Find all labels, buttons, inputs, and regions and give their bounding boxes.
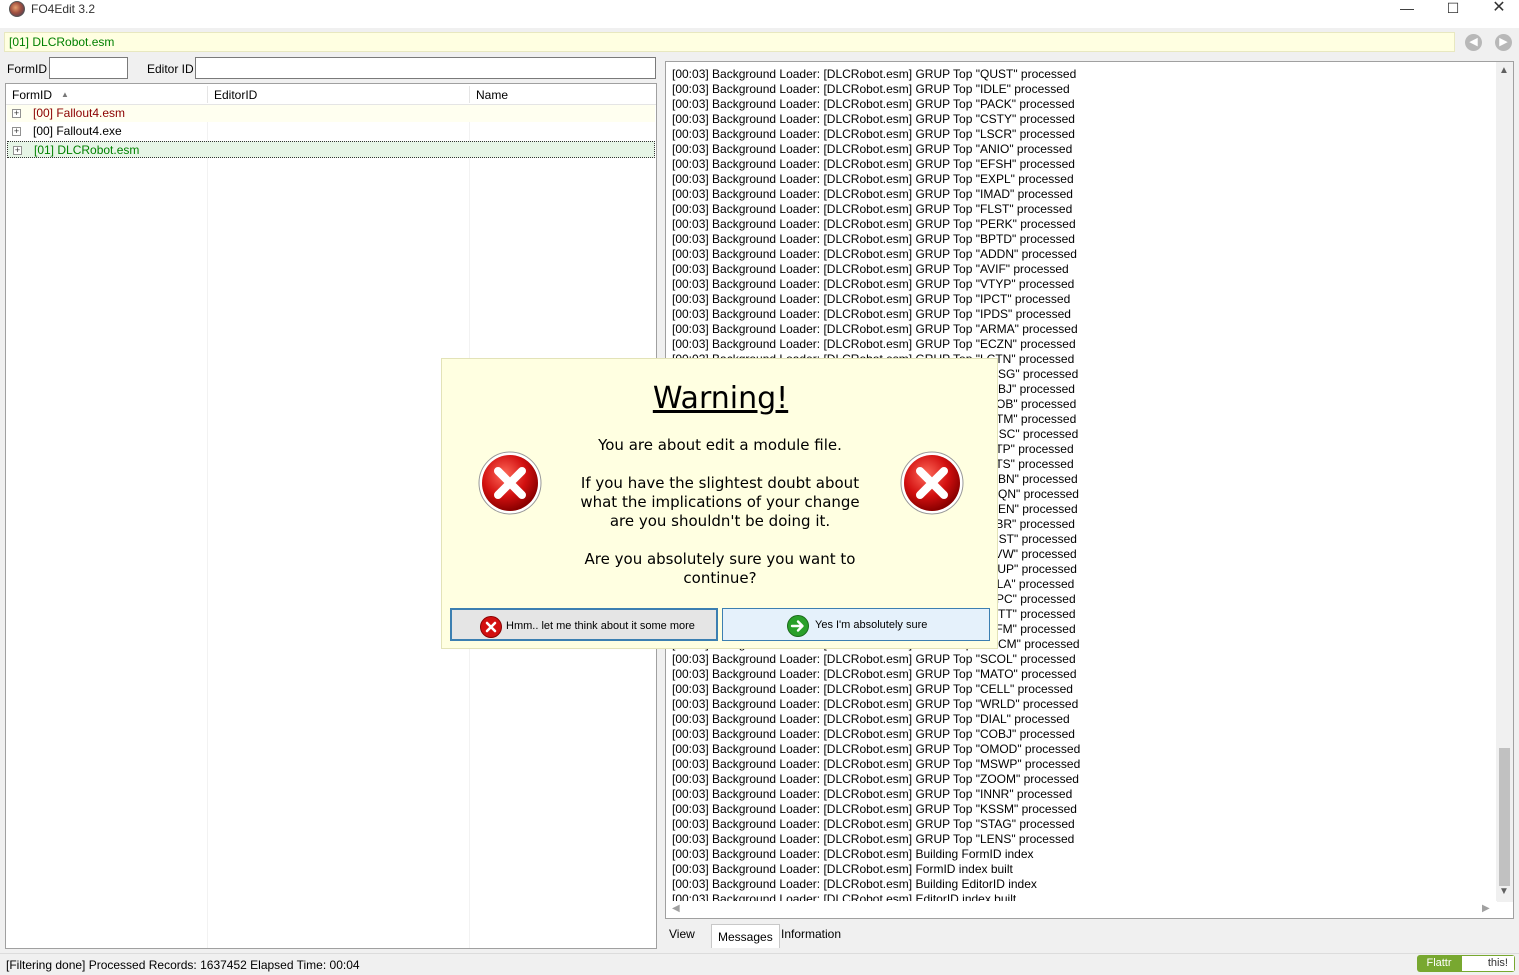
column-name[interactable]: Name	[476, 88, 508, 102]
log-line: [00:03] Background Loader: [DLCRobot.esm…	[672, 202, 1073, 216]
log-line: [00:03] Background Loader: [DLCRobot.esm…	[672, 652, 1076, 666]
log-line: [00:03] Background Loader: [DLCRobot.esm…	[672, 187, 1073, 201]
tree-row-label: [01] DLCRobot.esm	[34, 143, 140, 157]
confirm-button-label: Yes I'm absolutely sure	[815, 619, 928, 631]
formid-input[interactable]	[49, 57, 128, 79]
column-editorid[interactable]: EditorID	[214, 88, 257, 102]
sort-ascending-icon: ▲	[61, 90, 69, 99]
log-line: [00:03] Background Loader: [DLCRobot.esm…	[672, 847, 1034, 861]
cancel-button-label: Hmm.. let me think about it some more	[506, 620, 695, 632]
tree-row-fallout4-esm[interactable]: + [00] Fallout4.esm	[7, 105, 655, 122]
log-line: [00:03] Background Loader: [DLCRobot.esm…	[672, 277, 1075, 291]
log-line: [00:03] Background Loader: [DLCRobot.esm…	[672, 337, 1076, 351]
status-text: [Filtering done] Processed Records: 1637…	[6, 958, 360, 972]
dialog-body: You are about edit a module file. If you…	[570, 436, 870, 607]
cancel-icon	[480, 616, 502, 638]
column-formid[interactable]: FormID	[12, 88, 52, 102]
log-line: [00:03] Background Loader: [DLCRobot.esm…	[672, 127, 1075, 141]
scroll-right-icon[interactable]: ▶	[1482, 903, 1490, 914]
title-bar: FO4Edit 3.2 — ☐ ✕	[0, 0, 1519, 28]
tree-row-label: [00] Fallout4.exe	[33, 124, 122, 138]
log-line: [00:03] Background Loader: [DLCRobot.esm…	[672, 82, 1070, 96]
minimize-button[interactable]: —	[1384, 0, 1430, 18]
scrollbar-thumb[interactable]	[1499, 748, 1510, 886]
log-line: [00:03] Background Loader: [DLCRobot.esm…	[672, 142, 1073, 156]
cancel-button[interactable]: Hmm.. let me think about it some more	[450, 608, 718, 641]
tab-messages[interactable]: Messages	[711, 924, 780, 948]
column-divider[interactable]	[469, 86, 470, 103]
log-line: [00:03] Background Loader: [DLCRobot.esm…	[672, 742, 1081, 756]
scroll-up-icon[interactable]: ▲	[1499, 65, 1509, 76]
flattr-label: Flattr	[1417, 955, 1461, 972]
log-line: [00:03] Background Loader: [DLCRobot.esm…	[672, 292, 1071, 306]
tree-header: FormID ▲ EditorID Name	[6, 84, 656, 105]
log-line: [00:03] Background Loader: [DLCRobot.esm…	[672, 757, 1081, 771]
log-line: [00:03] Background Loader: [DLCRobot.esm…	[672, 262, 1069, 276]
editorid-input[interactable]	[195, 57, 656, 79]
tree-row-label: [00] Fallout4.esm	[33, 106, 126, 120]
close-button[interactable]: ✕	[1476, 0, 1519, 18]
formid-label: FormID	[7, 62, 47, 76]
dialog-paragraph: Are you absolutely sure you want to cont…	[584, 550, 856, 587]
back-icon[interactable]: ◀	[1465, 34, 1482, 51]
error-icon	[478, 451, 542, 515]
expand-icon[interactable]: +	[12, 109, 21, 118]
maximize-button[interactable]: ☐	[1430, 0, 1476, 18]
scroll-left-icon[interactable]: ◀	[672, 903, 680, 914]
log-line: [00:03] Background Loader: [DLCRobot.esm…	[672, 817, 1075, 831]
log-line: [00:03] Background Loader: [DLCRobot.esm…	[672, 727, 1075, 741]
flattr-this: this!	[1461, 955, 1515, 972]
log-line: [00:03] Background Loader: [DLCRobot.esm…	[672, 697, 1079, 711]
tab-information[interactable]: Information	[775, 922, 847, 946]
log-line: [00:03] Background Loader: [DLCRobot.esm…	[672, 787, 1073, 801]
log-line: [00:03] Background Loader: [DLCRobot.esm…	[672, 682, 1073, 696]
status-bar: [Filtering done] Processed Records: 1637…	[0, 953, 1519, 975]
log-line: [00:03] Background Loader: [DLCRobot.esm…	[672, 112, 1075, 126]
log-line: [00:03] Background Loader: [DLCRobot.esm…	[672, 832, 1075, 846]
dialog-paragraph: You are about edit a module file.	[598, 436, 842, 454]
current-file-label: [01] DLCRobot.esm	[9, 35, 115, 49]
log-line: [00:03] Background Loader: [DLCRobot.esm…	[672, 67, 1077, 81]
log-line: [00:03] Background Loader: [DLCRobot.esm…	[672, 307, 1071, 321]
warning-dialog: Warning! You are about edit a module fil…	[441, 358, 998, 649]
editorid-label: Editor ID	[147, 62, 194, 76]
current-file-bar: [01] DLCRobot.esm	[4, 32, 1455, 52]
dialog-paragraph: If you have the slightest doubt about wh…	[580, 474, 860, 530]
log-line: [00:03] Background Loader: [DLCRobot.esm…	[672, 772, 1079, 786]
tree-row-fallout4-exe[interactable]: + [00] Fallout4.exe	[7, 123, 655, 140]
log-line: [00:03] Background Loader: [DLCRobot.esm…	[672, 247, 1077, 261]
vertical-scrollbar[interactable]: ▲ ▼	[1496, 62, 1513, 902]
scroll-down-icon[interactable]: ▼	[1499, 886, 1509, 897]
log-line: [00:03] Background Loader: [DLCRobot.esm…	[672, 322, 1078, 336]
log-line: [00:03] Background Loader: [DLCRobot.esm…	[672, 217, 1076, 231]
flattr-button[interactable]: Flattr this!	[1417, 955, 1515, 972]
window-title: FO4Edit 3.2	[31, 2, 96, 16]
expand-icon[interactable]: +	[12, 127, 21, 136]
app-icon	[9, 1, 25, 17]
tab-view[interactable]: View	[663, 922, 701, 946]
grid-line	[207, 106, 208, 948]
log-line: [00:03] Background Loader: [DLCRobot.esm…	[672, 667, 1077, 681]
log-line: [00:03] Background Loader: [DLCRobot.esm…	[672, 157, 1075, 171]
expand-icon[interactable]: +	[13, 146, 22, 155]
log-line: [00:03] Background Loader: [DLCRobot.esm…	[672, 862, 1013, 876]
log-line: [00:03] Background Loader: [DLCRobot.esm…	[672, 802, 1077, 816]
column-divider[interactable]	[207, 86, 208, 103]
forward-icon[interactable]: ▶	[1495, 34, 1512, 51]
tree-row-dlcrobot-esm[interactable]: + [01] DLCRobot.esm	[7, 141, 655, 158]
horizontal-scrollbar[interactable]: ◀ ▶	[666, 901, 1497, 918]
log-line: [00:03] Background Loader: [DLCRobot.esm…	[672, 232, 1075, 246]
dialog-heading: Warning!	[652, 381, 789, 416]
error-icon	[900, 451, 964, 515]
log-line: [00:03] Background Loader: [DLCRobot.esm…	[672, 97, 1075, 111]
log-line: [00:03] Background Loader: [DLCRobot.esm…	[672, 172, 1074, 186]
log-line: [00:03] Background Loader: [DLCRobot.esm…	[672, 877, 1037, 891]
confirm-arrow-icon	[787, 615, 809, 637]
log-line: [00:03] Background Loader: [DLCRobot.esm…	[672, 712, 1070, 726]
confirm-button[interactable]: Yes I'm absolutely sure	[722, 608, 990, 641]
